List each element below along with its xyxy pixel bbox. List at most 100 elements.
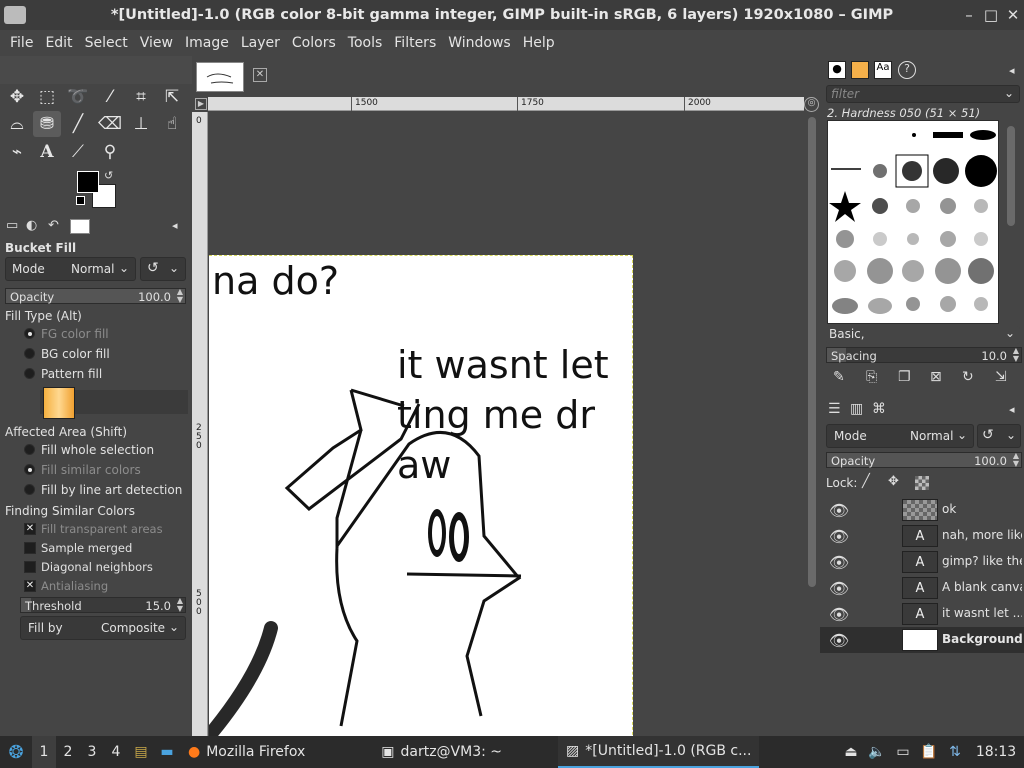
fill-whole-selection-radio[interactable] [24, 444, 35, 455]
workspace-4[interactable]: 4 [104, 744, 128, 760]
new-brush-icon[interactable]: ⎘ [866, 369, 877, 385]
image-canvas[interactable]: na do? it wasnt let ting me dr aw [209, 255, 633, 736]
task-terminal[interactable]: ▣ dartz@VM3: ~ [373, 736, 510, 768]
edit-brush-icon[interactable]: ✎ [833, 369, 845, 385]
tool-options-tab-icon[interactable]: ▭ [6, 218, 18, 233]
bucket-fill-tool-icon[interactable]: ⛃ [33, 111, 61, 137]
vertical-scrollbar[interactable] [804, 112, 820, 736]
lock-pixels-icon[interactable]: ╱ [862, 474, 870, 489]
menu-select[interactable]: Select [79, 35, 134, 51]
delete-brush-icon[interactable]: ⊠ [930, 369, 942, 385]
mode-dropdown[interactable]: Mode Normal ⌄ [5, 257, 136, 281]
crop-tool-icon[interactable]: ⌗ [127, 84, 155, 110]
smudge-tool-icon[interactable]: ☝ [158, 111, 186, 137]
refresh-brushes-icon[interactable]: ↻ [962, 369, 974, 385]
mode-reset-dropdown[interactable]: ↺ ⌄ [140, 257, 186, 281]
menu-windows[interactable]: Windows [442, 35, 517, 51]
threshold-slider[interactable]: Threshold 15.0 ▲ ▼ [20, 597, 186, 613]
patterns-tab-icon[interactable] [851, 61, 869, 79]
eye-icon[interactable]: 👁 [820, 501, 858, 520]
text-tool-icon[interactable]: A [33, 139, 61, 165]
layer-row[interactable]: 👁 A it wasnt let ... [820, 601, 1024, 627]
menu-tools[interactable]: Tools [342, 35, 389, 51]
zoom-tool-icon[interactable]: ⚲ [96, 139, 124, 165]
pattern-fill-radio[interactable] [24, 368, 35, 379]
workspace-3[interactable]: 3 [80, 744, 104, 760]
sample-merged-checkbox[interactable] [24, 542, 36, 554]
scrollbar-thumb[interactable] [808, 117, 816, 587]
menu-layer[interactable]: Layer [235, 35, 286, 51]
open-brush-as-image-icon[interactable]: ⇲ [995, 369, 1007, 385]
close-button[interactable]: ✕ [1002, 6, 1024, 24]
task-firefox[interactable]: ● Mozilla Firefox [180, 736, 313, 768]
menu-file[interactable]: File [4, 35, 39, 51]
layer-row[interactable]: 👁 A gimp? like the [820, 549, 1024, 575]
layer-row[interactable]: 👁 A A blank canva [820, 575, 1024, 601]
menu-colors[interactable]: Colors [286, 35, 342, 51]
eye-icon[interactable]: 👁 [820, 553, 858, 572]
warp-transform-tool-icon[interactable]: ⌓ [3, 111, 31, 137]
volume-icon[interactable]: 🔈 [864, 744, 890, 760]
move-tool-icon[interactable]: ✥ [3, 84, 31, 110]
fuzzy-select-tool-icon[interactable]: ⁄ [96, 84, 124, 110]
brush-preset-dropdown[interactable]: Basic, ⌄ [826, 326, 1020, 344]
navigate-icon[interactable]: ◎ [804, 97, 819, 112]
spin-arrows-icon[interactable]: ▲ ▼ [177, 597, 183, 613]
workspace-1[interactable]: 1 [32, 736, 56, 768]
spin-arrows-icon[interactable]: ▲ ▼ [1013, 347, 1019, 363]
paintbrush-tool-icon[interactable]: ╱ [64, 111, 92, 137]
lock-screen-icon[interactable]: ⏏ [838, 744, 864, 760]
diagonal-neighbors-checkbox[interactable] [24, 561, 36, 573]
fill-by-dropdown[interactable]: Fill by Composite ⌄ [20, 616, 186, 640]
menu-help[interactable]: Help [517, 35, 561, 51]
file-manager-icon[interactable]: ▤ [128, 744, 154, 760]
paths-tab-icon[interactable]: ⌘ [872, 401, 886, 417]
eye-icon[interactable]: 👁 [820, 631, 858, 650]
layer-row-selected[interactable]: 👁 Background [820, 627, 1024, 653]
lock-alpha-icon[interactable] [915, 476, 929, 490]
dock-menu-icon[interactable]: ◂ [1009, 403, 1015, 416]
brush-grid-scrollbar[interactable] [1007, 126, 1015, 226]
menu-view[interactable]: View [134, 35, 179, 51]
duplicate-brush-icon[interactable]: ❐ [898, 369, 911, 385]
opacity-slider[interactable]: Opacity 100.0 ▲ ▼ [5, 288, 186, 304]
brush-filter-input[interactable]: filter ⌄ [826, 85, 1020, 103]
start-menu-icon[interactable]: ❂ [0, 742, 32, 763]
network-icon[interactable]: ⇅ [942, 744, 968, 760]
task-gimp[interactable]: ▨ *[Untitled]-1.0 (RGB c... [558, 736, 760, 768]
menu-filters[interactable]: Filters [388, 35, 442, 51]
antialiasing-checkbox[interactable]: ✕ [24, 580, 36, 592]
unified-transform-tool-icon[interactable]: ⇱ [158, 84, 186, 110]
dock-menu-icon[interactable]: ◂ [172, 219, 178, 232]
brush-grid[interactable] [827, 120, 999, 324]
pattern-preview[interactable] [43, 387, 75, 419]
paths-tool-icon[interactable]: ⌁ [3, 139, 31, 165]
workspace-2[interactable]: 2 [56, 744, 80, 760]
foreground-color-swatch[interactable] [77, 171, 99, 193]
rect-select-tool-icon[interactable]: ⬚ [33, 84, 61, 110]
layer-row[interactable]: 👁 ok [820, 497, 1024, 523]
lock-position-icon[interactable]: ✥ [888, 474, 899, 489]
layers-tab-icon[interactable]: ☰ [828, 401, 841, 417]
minimize-button[interactable]: – [958, 6, 980, 24]
fill-line-art-radio[interactable] [24, 484, 35, 495]
clone-tool-icon[interactable]: ⊥ [127, 111, 155, 137]
menu-image[interactable]: Image [179, 35, 235, 51]
layer-mode-dropdown[interactable]: Mode Normal ⌄ [826, 424, 974, 448]
fg-fill-radio[interactable] [24, 328, 35, 339]
show-desktop-icon[interactable]: ▬ [154, 744, 180, 760]
layer-row[interactable]: 👁 A nah, more like [820, 523, 1024, 549]
menu-edit[interactable]: Edit [39, 35, 78, 51]
fonts-tab-icon[interactable]: Aa [874, 61, 892, 79]
help-tab-icon[interactable]: ? [898, 61, 916, 79]
lasso-tool-icon[interactable]: ➰ [64, 84, 92, 110]
spin-arrows-icon[interactable]: ▲ ▼ [177, 288, 183, 304]
undo-history-tab-icon[interactable]: ↶ [48, 218, 59, 233]
color-picker-tool-icon[interactable]: ⟋ [64, 139, 92, 165]
fill-similar-colors-radio[interactable] [24, 464, 35, 475]
spacing-slider[interactable]: Spacing 10.0 ▲ ▼ [826, 347, 1022, 363]
images-tab-icon[interactable] [70, 219, 90, 234]
bg-fill-radio[interactable] [24, 348, 35, 359]
eraser-tool-icon[interactable]: ⌫ [96, 111, 124, 137]
close-tab-icon[interactable]: ✕ [253, 68, 267, 82]
